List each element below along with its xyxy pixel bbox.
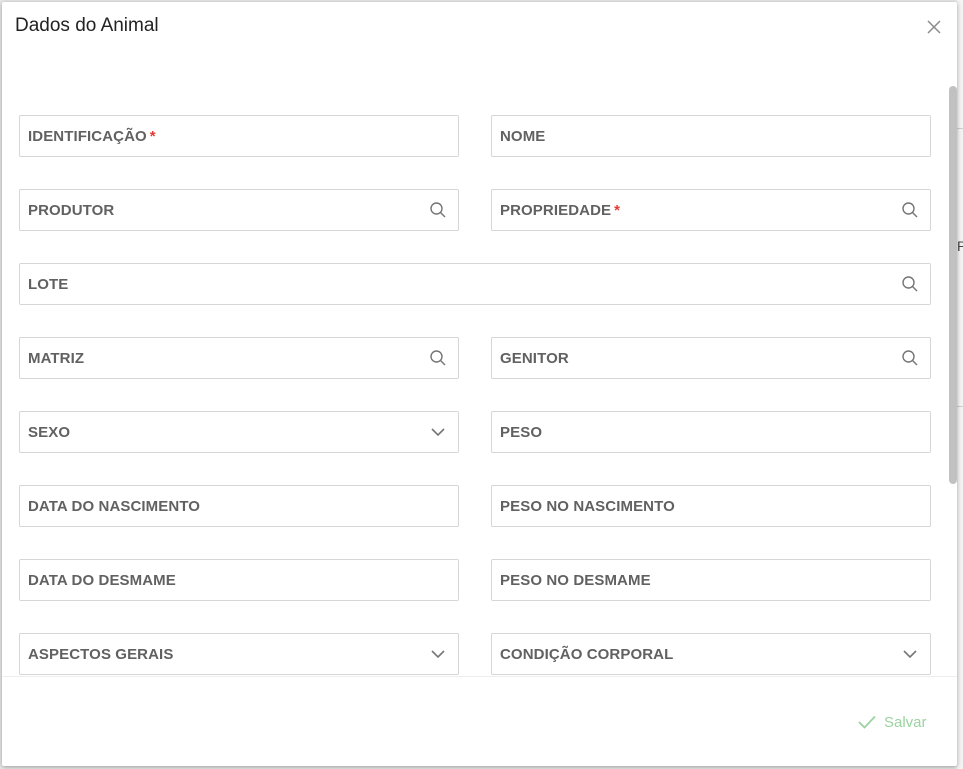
footer-divider bbox=[2, 676, 957, 677]
genitor-field[interactable]: GENITOR bbox=[491, 337, 931, 379]
lote-field[interactable]: LOTE bbox=[19, 263, 931, 305]
check-icon bbox=[858, 715, 876, 729]
scrollbar-thumb[interactable] bbox=[949, 86, 957, 484]
condicao-corporal-select[interactable]: CONDIÇÃO CORPORAL bbox=[491, 633, 931, 675]
chevron-down-icon[interactable] bbox=[428, 422, 448, 442]
dialog-title: Dados do Animal bbox=[15, 15, 159, 36]
data-nascimento-label: DATA DO NASCIMENTO bbox=[28, 497, 201, 515]
data-nascimento-field[interactable]: DATA DO NASCIMENTO bbox=[19, 485, 459, 527]
required-marker: * bbox=[149, 127, 156, 145]
propriedade-field[interactable]: PROPRIEDADE * bbox=[491, 189, 931, 231]
search-icon[interactable] bbox=[900, 274, 920, 294]
close-button[interactable] bbox=[923, 16, 945, 38]
search-icon[interactable] bbox=[900, 348, 920, 368]
sexo-label: SEXO bbox=[28, 423, 71, 441]
background-page-edge: P bbox=[957, 0, 963, 769]
peso-field[interactable]: PESO bbox=[491, 411, 931, 453]
data-desmame-field[interactable]: DATA DO DESMAME bbox=[19, 559, 459, 601]
data-desmame-label: DATA DO DESMAME bbox=[28, 571, 176, 589]
search-icon[interactable] bbox=[428, 200, 448, 220]
background-partial-text: P bbox=[957, 238, 963, 254]
search-icon[interactable] bbox=[900, 200, 920, 220]
peso-label: PESO bbox=[500, 423, 543, 441]
save-button[interactable]: Salvar bbox=[854, 708, 931, 736]
peso-desmame-field[interactable]: PESO NO DESMAME bbox=[491, 559, 931, 601]
genitor-label: GENITOR bbox=[500, 349, 569, 367]
nome-label: NOME bbox=[500, 127, 546, 145]
peso-nascimento-label: PESO NO NASCIMENTO bbox=[500, 497, 675, 515]
chevron-down-icon[interactable] bbox=[428, 644, 448, 664]
background-divider bbox=[957, 406, 963, 407]
matriz-field[interactable]: MATRIZ bbox=[19, 337, 459, 379]
matriz-label: MATRIZ bbox=[28, 349, 85, 367]
aspectos-gerais-select[interactable]: ASPECTOS GERAIS bbox=[19, 633, 459, 675]
propriedade-label: PROPRIEDADE * bbox=[500, 201, 621, 219]
form-body: IDENTIFICAÇÃO * NOME PRODUTOR PROPRIEDADE… bbox=[2, 64, 957, 676]
condicao-corporal-label: CONDIÇÃO CORPORAL bbox=[500, 645, 674, 663]
identificacao-label: IDENTIFICAÇÃO * bbox=[28, 127, 156, 145]
peso-desmame-label: PESO NO DESMAME bbox=[500, 571, 651, 589]
aspectos-gerais-label: ASPECTOS GERAIS bbox=[28, 645, 174, 663]
animal-data-dialog: Dados do Animal IDENTIFICAÇÃO * NOME PROD… bbox=[2, 2, 957, 766]
chevron-down-icon[interactable] bbox=[900, 644, 920, 664]
required-marker: * bbox=[614, 201, 621, 219]
identificacao-field[interactable]: IDENTIFICAÇÃO * bbox=[19, 115, 459, 157]
background-divider bbox=[957, 128, 963, 129]
nome-field[interactable]: NOME bbox=[491, 115, 931, 157]
close-icon bbox=[927, 20, 941, 34]
produtor-field[interactable]: PRODUTOR bbox=[19, 189, 459, 231]
produtor-label: PRODUTOR bbox=[28, 201, 115, 219]
sexo-select[interactable]: SEXO bbox=[19, 411, 459, 453]
lote-label: LOTE bbox=[28, 275, 69, 293]
peso-nascimento-field[interactable]: PESO NO NASCIMENTO bbox=[491, 485, 931, 527]
save-button-label: Salvar bbox=[884, 713, 927, 731]
search-icon[interactable] bbox=[428, 348, 448, 368]
